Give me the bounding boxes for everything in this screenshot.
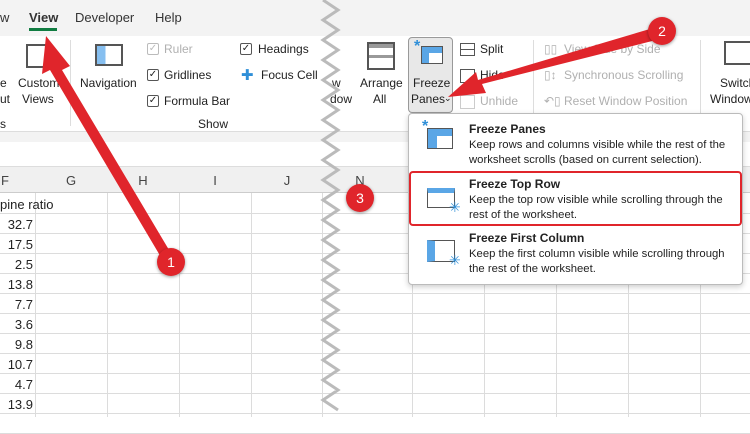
arrow-1 (42, 36, 175, 264)
step-badge-2: 2 (648, 17, 676, 45)
annotation-arrows (42, 26, 664, 264)
step-badge-3: 3 (346, 184, 374, 212)
arrow-2 (448, 26, 664, 97)
step-badge-1: 1 (157, 248, 185, 276)
